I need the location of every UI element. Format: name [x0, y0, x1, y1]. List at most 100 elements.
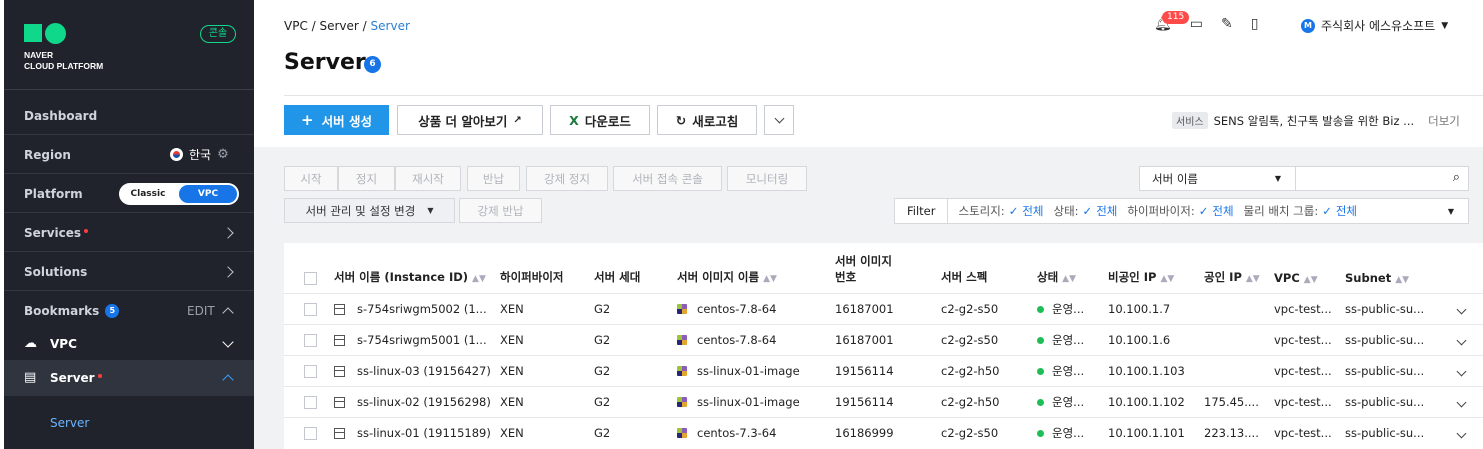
chevron-down-icon[interactable]	[1456, 397, 1466, 407]
filter-hypervisor[interactable]: 하이퍼바이저: ✓ 전체	[1127, 203, 1233, 219]
sidebar-item-services[interactable]: Services	[4, 214, 254, 252]
column-title: 공인 IP	[1204, 269, 1242, 284]
filter-bar[interactable]: Filter 스토리지: ✓ 전체 상태: ✓ 전체 하이퍼바이저: ✓ 전체 물리 배치 …	[894, 198, 1469, 224]
chevron-down-icon[interactable]	[1456, 428, 1466, 439]
naver-cloud-logo[interactable]: NAVER CLOUD PLATFORM	[24, 23, 103, 72]
breadcrumb-server[interactable]: Server	[320, 19, 359, 33]
monitoring-button[interactable]: 모니터링	[727, 166, 807, 191]
force-return-button[interactable]: 강제 반납	[459, 198, 542, 223]
server-name[interactable]: ss-linux-01 (19115189)	[357, 426, 491, 440]
learn-more-button[interactable]: 상품 더 알아보기 ↗	[397, 105, 543, 135]
table-row[interactable]: ss-linux-02 (19156298) XEN G2 ss-linux-01-i…	[284, 385, 1483, 417]
row-checkbox[interactable]	[304, 333, 317, 347]
edit-note-icon[interactable]: ✎	[1221, 16, 1233, 32]
row-checkbox[interactable]	[304, 302, 317, 316]
column-header[interactable]: VPC ▲▼	[1274, 243, 1345, 293]
column-header[interactable]: Subnet ▲▼	[1345, 243, 1439, 293]
book-icon[interactable]: ▯	[1251, 16, 1259, 32]
refresh-icon: ↻	[675, 112, 687, 128]
filter-placement-group[interactable]: 물리 배치 그룹: ✓ 전체	[1244, 203, 1357, 219]
row-checkbox[interactable]	[304, 426, 317, 440]
chevron-down-icon[interactable]	[1456, 366, 1466, 376]
server-name[interactable]: ss-linux-02 (19156298)	[357, 395, 491, 409]
chat-icon[interactable]: ▭	[1190, 16, 1203, 32]
os-icon	[677, 366, 687, 376]
column-title: 비공인 IP	[1108, 269, 1157, 284]
download-button[interactable]: X 다운로드	[550, 105, 650, 135]
bell-icon[interactable]: 🔔︎ 115	[1154, 11, 1190, 32]
platform-option-classic[interactable]: Classic	[119, 189, 177, 199]
bookmarks-edit-button[interactable]: EDIT	[187, 304, 215, 318]
cloud-icon: ☁	[24, 336, 37, 351]
more-dropdown-button[interactable]	[764, 105, 794, 135]
search-icon[interactable]: ⌕	[1453, 170, 1460, 185]
public-ip-cell	[1204, 354, 1274, 386]
private-ip-cell: 10.100.1.102	[1108, 385, 1204, 417]
force-stop-button[interactable]: 강제 정지	[526, 166, 608, 191]
service-notice[interactable]: 서비스 SENS 알림톡, 친구톡 발송을 위한 Biz ... 더보기	[1172, 112, 1460, 129]
bookmarks-count-badge: 5	[105, 304, 120, 318]
gear-icon[interactable]: ⚙	[217, 147, 229, 162]
caret-down-icon: ▼	[1274, 174, 1281, 183]
excel-icon: X	[569, 112, 579, 128]
table-row[interactable]: ss-linux-01 (19115189) XEN G2 centos-7.3-64…	[284, 416, 1483, 448]
region-selector[interactable]: 한국 ⚙	[170, 146, 229, 163]
sidebar-item-server[interactable]: ▤ Server	[4, 360, 254, 396]
breadcrumb-vpc[interactable]: VPC	[284, 19, 308, 33]
create-server-button[interactable]: + 서버 생성	[284, 105, 389, 135]
search-field-select[interactable]: 서버 이름 ▼	[1139, 166, 1296, 191]
row-checkbox[interactable]	[304, 395, 317, 409]
return-button[interactable]: 반납	[467, 166, 520, 191]
column-title: 상태	[1037, 269, 1059, 284]
search-input[interactable]: ⌕	[1295, 166, 1469, 191]
column-header[interactable]: 비공인 IP ▲▼	[1108, 243, 1204, 293]
platform-toggle[interactable]: Classic VPC	[119, 182, 239, 205]
chevron-up-icon[interactable]	[222, 307, 234, 319]
chevron-down-icon[interactable]	[1456, 335, 1466, 345]
refresh-button[interactable]: ↻ 새로고침	[657, 105, 757, 135]
private-ip-cell: 10.100.1.103	[1108, 354, 1204, 386]
subnet-cell: ss-public-su...	[1345, 292, 1439, 324]
server-name[interactable]: ss-linux-03 (19156427)	[357, 364, 491, 378]
start-button[interactable]: 시작	[284, 166, 338, 191]
column-header[interactable]: 공인 IP ▲▼	[1204, 243, 1274, 293]
generation-cell: G2	[594, 385, 677, 417]
console-badge[interactable]: 콘솔	[200, 25, 236, 43]
sidebar-subitem-server[interactable]: Server	[4, 400, 254, 445]
platform-option-vpc[interactable]: VPC	[179, 184, 237, 203]
caret-down-icon: ▼	[1441, 20, 1449, 31]
sort-icon: ▲▼	[472, 273, 486, 284]
generation-cell: G2	[594, 354, 677, 386]
column-header[interactable]: 서버 이름 (Instance ID) ▲▼	[334, 243, 500, 293]
public-ip-cell	[1204, 323, 1274, 355]
column-header: 하이퍼바이저	[500, 269, 564, 284]
check-icon: ✓	[1198, 204, 1209, 218]
filter-storage[interactable]: 스토리지: ✓ 전체	[958, 203, 1043, 219]
column-header[interactable]: 서버 이미지 이름 ▲▼	[677, 243, 835, 293]
sidebar-item-solutions[interactable]: Solutions	[4, 253, 254, 291]
status-dot-icon	[1037, 429, 1044, 437]
hypervisor-cell: XEN	[500, 416, 594, 448]
row-checkbox[interactable]	[304, 364, 317, 378]
chevron-down-icon[interactable]	[1456, 304, 1466, 314]
server-name[interactable]: s-754sriwgm5002 (1...	[357, 302, 487, 316]
table-row[interactable]: ss-linux-03 (19156427) XEN G2 ss-linux-01-i…	[284, 354, 1483, 386]
server-table: 서버 이름 (Instance ID) ▲▼ 하이퍼바이저 서버 세대 서버 이미…	[284, 243, 1483, 449]
server-name[interactable]: s-754sriwgm5001 (1...	[357, 333, 487, 347]
server-manage-dropdown[interactable]: 서버 관리 및 설정 변경 ▼	[284, 198, 455, 223]
user-menu[interactable]: M 주식회사 에스유소프트 ▼	[1301, 17, 1448, 34]
column-header: 서버 스펙	[941, 269, 988, 284]
filter-status[interactable]: 상태: ✓ 전체	[1054, 203, 1118, 219]
server-console-button[interactable]: 서버 접속 콘솔	[613, 166, 722, 191]
table-row[interactable]: s-754sriwgm5001 (1... XEN G2 centos-7.8-64 1…	[284, 323, 1483, 355]
select-all-checkbox[interactable]	[304, 271, 317, 285]
column-header[interactable]: 상태 ▲▼	[1037, 243, 1108, 293]
caret-down-icon[interactable]: ▼	[1448, 207, 1454, 216]
restart-button[interactable]: 재시작	[395, 166, 461, 191]
sidebar-item-dashboard[interactable]: Dashboard	[4, 97, 254, 135]
stop-button[interactable]: 정지	[338, 166, 395, 191]
filter-name: 상태:	[1053, 204, 1079, 218]
sidebar-item-vpc[interactable]: ☁ VPC	[4, 325, 254, 363]
table-row[interactable]: s-754sriwgm5002 (1... XEN G2 centos-7.8-64 1…	[284, 292, 1483, 324]
notice-more-link[interactable]: 더보기	[1428, 113, 1460, 129]
